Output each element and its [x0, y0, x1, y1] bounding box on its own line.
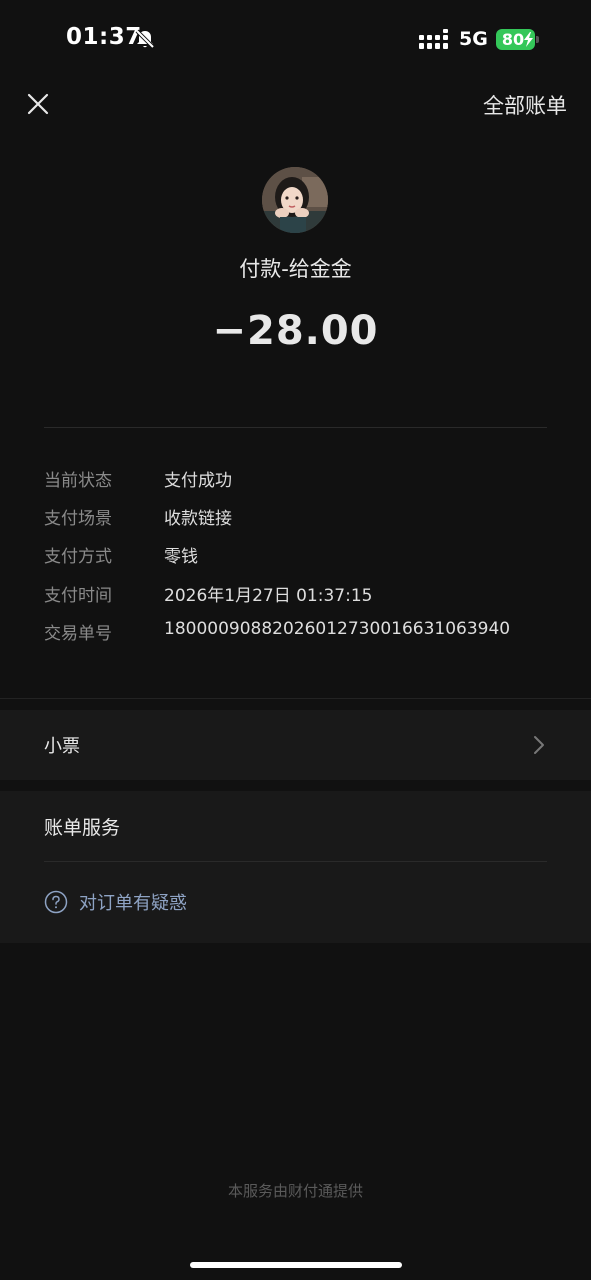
- detail-label: 支付时间: [44, 586, 112, 606]
- detail-label: 支付方式: [44, 547, 112, 567]
- detail-value[interactable]: 1800009088202601273001663106394​0: [164, 619, 510, 639]
- detail-label: 支付场景: [44, 509, 112, 529]
- section-divider: [0, 698, 591, 699]
- network-type: 5G: [459, 28, 488, 50]
- all-bills-link[interactable]: 全部账单: [483, 90, 567, 120]
- detail-label: 当前状态: [44, 471, 112, 491]
- signal-icon: [419, 29, 448, 49]
- chevron-right-icon: [534, 736, 544, 754]
- detail-row-scene: 支付场景 收款链接: [44, 504, 564, 534]
- close-icon[interactable]: [26, 92, 50, 116]
- payment-amount: −28.00: [212, 308, 379, 354]
- charging-bolt-icon: [524, 32, 533, 47]
- receipt-label: 小票: [44, 736, 80, 757]
- status-bar: 01:37 5G 80: [0, 0, 591, 80]
- avatar-image: [262, 167, 328, 233]
- battery-cap: [536, 36, 539, 43]
- bell-muted-icon: [135, 29, 155, 49]
- detail-row-method: 支付方式 零钱: [44, 542, 564, 572]
- detail-value: 支付成功: [164, 471, 232, 491]
- detail-value: 零钱: [164, 547, 198, 567]
- receipt-row[interactable]: 小票: [0, 710, 591, 780]
- detail-label: 交易单号: [44, 624, 112, 644]
- header-divider: [44, 427, 547, 428]
- question-circle-icon: [44, 890, 68, 914]
- bill-service-section: 账单服务 对订单有疑惑: [0, 791, 591, 943]
- battery-indicator: 80: [496, 29, 540, 50]
- footer-provider-note: 本服务由财付通提供: [227, 1182, 363, 1200]
- service-divider: [44, 861, 547, 862]
- bill-service-title: 账单服务: [44, 817, 121, 839]
- detail-row-status: 当前状态 支付成功: [44, 466, 564, 496]
- home-indicator[interactable]: [190, 1262, 402, 1268]
- payee-title: 付款-给金金: [239, 257, 352, 281]
- payee-avatar: [262, 167, 328, 233]
- detail-value: 收款链接: [164, 509, 232, 529]
- dispute-order-link[interactable]: 对订单有疑惑: [79, 889, 187, 915]
- detail-row-time: 支付时间 2026年1月27日 01:37:15: [44, 581, 564, 611]
- status-time: 01:37: [66, 24, 142, 50]
- detail-row-transaction-id: 交易单号 1800009088202601273001663106394​0: [44, 619, 564, 649]
- detail-value: 2026年1月27日 01:37:15: [164, 586, 373, 606]
